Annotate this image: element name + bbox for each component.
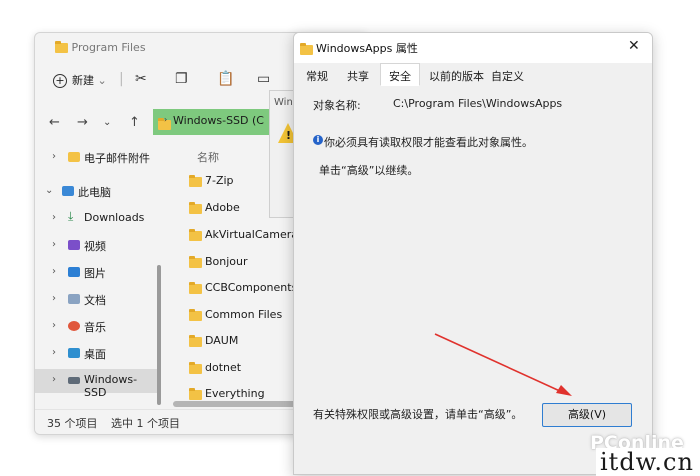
plus-icon: + <box>53 74 67 88</box>
watermark-itdw: itdw.cn <box>596 448 698 476</box>
chevron-right-icon: › <box>164 115 168 124</box>
sidebar-item-downloads[interactable]: › ⤓ Downloads <box>35 207 157 231</box>
sidebar-item-music[interactable]: › 音乐 <box>35 315 157 339</box>
sidebar-item-label: 图片 <box>84 267 106 280</box>
folder-icon <box>189 335 202 347</box>
toolbar-separator: | <box>119 71 124 87</box>
forward-arrow-icon[interactable]: → <box>77 115 88 130</box>
address-text: Windows-SSD (C <box>173 114 264 127</box>
computer-icon <box>62 186 74 196</box>
sidebar-item-this-pc[interactable]: ⌄ 此电脑 <box>35 180 157 204</box>
download-icon: ⤓ <box>68 209 74 223</box>
chevron-right-icon[interactable]: › <box>52 293 56 304</box>
folder-icon <box>189 202 202 214</box>
chevron-right-icon[interactable]: › <box>52 151 56 162</box>
folder-icon <box>189 309 202 321</box>
paste-icon[interactable]: 📋 <box>217 71 234 87</box>
chevron-right-icon[interactable]: › <box>52 266 56 277</box>
drive-icon <box>68 377 80 384</box>
sidebar-item-label: 桌面 <box>84 348 106 361</box>
folder-icon <box>189 282 202 294</box>
sidebar-item-attachments[interactable]: › 电子邮件附件 <box>35 146 157 170</box>
video-icon <box>68 240 80 250</box>
sidebar-item-label: 音乐 <box>84 321 106 334</box>
copy-icon[interactable]: ❐ <box>175 71 188 87</box>
sidebar-item-label: 视频 <box>84 240 106 253</box>
folder-icon <box>189 362 202 374</box>
folder-icon <box>189 175 202 187</box>
chevron-right-icon[interactable]: › <box>52 374 56 385</box>
folder-icon <box>189 229 202 241</box>
chevron-right-icon[interactable]: › <box>52 239 56 250</box>
sidebar-item-label: Downloads <box>84 211 145 224</box>
sidebar-item-pictures[interactable]: › 图片 <box>35 261 157 285</box>
up-arrow-icon[interactable]: ↑ <box>129 115 140 130</box>
new-button[interactable]: + 新建 ⌄ <box>53 72 107 88</box>
chevron-right-icon[interactable]: › <box>52 212 56 223</box>
sidebar-item-label: 文档 <box>84 294 106 307</box>
desktop-icon <box>68 348 80 358</box>
picture-icon <box>68 267 80 277</box>
folder-icon <box>189 388 202 400</box>
chevron-right-icon[interactable]: › <box>52 320 56 331</box>
folder-icon <box>189 256 202 268</box>
chevron-down-icon[interactable]: ⌄ <box>45 185 53 196</box>
sidebar-item-label: 电子邮件附件 <box>84 152 150 165</box>
sidebar-item-documents[interactable]: › 文档 <box>35 288 157 312</box>
annotation-arrow-line <box>434 333 563 393</box>
explorer-title: Program Files <box>55 41 146 54</box>
sidebar-item-label: 此电脑 <box>78 186 111 199</box>
recent-chevron-icon[interactable]: ⌄ <box>103 117 111 128</box>
properties-dialog: WindowsApps 属性 ✕ 常规 共享 安全 以前的版本 自定义 对象名称… <box>293 32 653 475</box>
column-header-name[interactable]: 名称 <box>197 149 219 165</box>
folder-icon <box>68 152 80 162</box>
annotation-arrow <box>434 333 572 396</box>
rename-icon[interactable]: ▭ <box>257 71 270 87</box>
navigation-pane: › 电子邮件附件 ⌄ 此电脑 › ⤓ Downloads › 视频 › 图片 ›… <box>35 143 157 405</box>
sidebar-item-videos[interactable]: › 视频 <box>35 234 157 258</box>
back-arrow-icon[interactable]: ← <box>49 115 60 130</box>
annotation-arrow-head <box>556 385 572 396</box>
item-count: 35 个项目 <box>47 417 98 430</box>
selection-count: 选中 1 个项目 <box>111 417 180 430</box>
sidebar-scrollbar[interactable] <box>157 265 161 405</box>
sidebar-item-label: Windows-SSD <box>84 373 138 399</box>
document-icon <box>68 294 80 304</box>
warning-dialog-title: Win <box>274 97 293 108</box>
music-icon <box>68 321 80 331</box>
cut-icon[interactable]: ✂ <box>135 71 147 87</box>
chevron-right-icon[interactable]: › <box>52 347 56 358</box>
sidebar-item-windows-ssd[interactable]: › Windows-SSD <box>35 369 157 399</box>
folder-icon <box>55 41 68 53</box>
warning-mark: ! <box>286 129 292 142</box>
sidebar-item-desktop[interactable]: › 桌面 <box>35 342 157 366</box>
